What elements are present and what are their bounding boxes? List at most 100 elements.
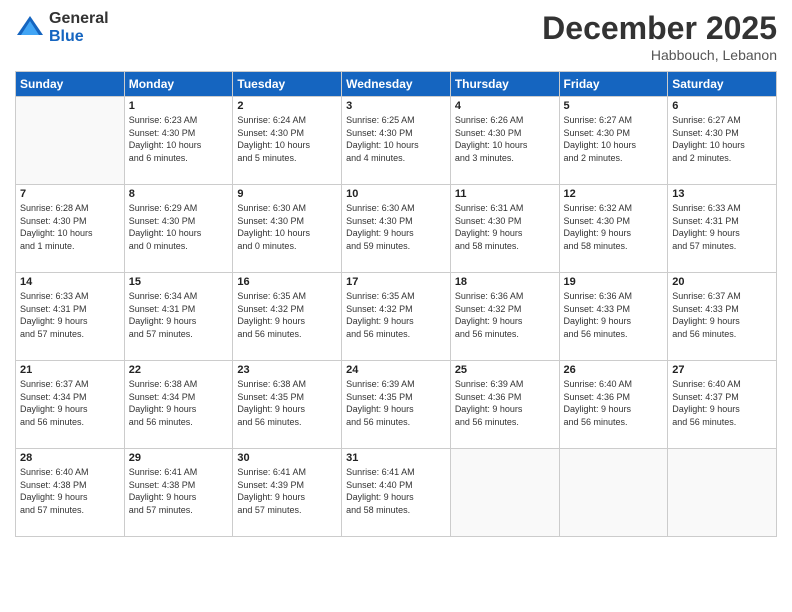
day-number: 24 — [346, 364, 446, 376]
day-info: Sunrise: 6:33 AMSunset: 4:31 PMDaylight:… — [20, 290, 120, 340]
day-number: 11 — [455, 188, 555, 200]
calendar-cell: 1 Sunrise: 6:23 AMSunset: 4:30 PMDaylight… — [124, 97, 233, 185]
calendar-cell: 28 Sunrise: 6:40 AMSunset: 4:38 PMDayligh… — [16, 449, 125, 537]
day-number: 6 — [672, 100, 772, 112]
calendar-cell: 19 Sunrise: 6:36 AMSunset: 4:33 PMDayligh… — [559, 273, 668, 361]
day-info: Sunrise: 6:30 AMSunset: 4:30 PMDaylight:… — [346, 202, 446, 252]
logo-text: General Blue — [49, 10, 109, 45]
day-info: Sunrise: 6:26 AMSunset: 4:30 PMDaylight:… — [455, 114, 555, 164]
calendar-cell: 12 Sunrise: 6:32 AMSunset: 4:30 PMDayligh… — [559, 185, 668, 273]
day-info: Sunrise: 6:27 AMSunset: 4:30 PMDaylight:… — [564, 114, 664, 164]
day-number: 28 — [20, 452, 120, 464]
day-info: Sunrise: 6:40 AMSunset: 4:37 PMDaylight:… — [672, 378, 772, 428]
day-number: 21 — [20, 364, 120, 376]
calendar-cell: 29 Sunrise: 6:41 AMSunset: 4:38 PMDayligh… — [124, 449, 233, 537]
day-number: 18 — [455, 276, 555, 288]
calendar-week-row: 7 Sunrise: 6:28 AMSunset: 4:30 PMDaylight… — [16, 185, 777, 273]
day-of-week-header: Friday — [559, 72, 668, 97]
day-number: 5 — [564, 100, 664, 112]
day-number: 2 — [237, 100, 337, 112]
day-info: Sunrise: 6:38 AMSunset: 4:34 PMDaylight:… — [129, 378, 229, 428]
calendar-cell: 13 Sunrise: 6:33 AMSunset: 4:31 PMDayligh… — [668, 185, 777, 273]
calendar-cell: 9Sunrise: 6:30 AMSunset: 4:30 PMDaylight… — [233, 185, 342, 273]
day-number: 19 — [564, 276, 664, 288]
day-number: 22 — [129, 364, 229, 376]
day-number: 20 — [672, 276, 772, 288]
calendar-cell: 31 Sunrise: 6:41 AMSunset: 4:40 PMDayligh… — [342, 449, 451, 537]
calendar-cell: 25Sunrise: 6:39 AMSunset: 4:36 PMDayligh… — [450, 361, 559, 449]
calendar-cell: 22 Sunrise: 6:38 AMSunset: 4:34 PMDayligh… — [124, 361, 233, 449]
calendar-cell: 27Sunrise: 6:40 AMSunset: 4:37 PMDayligh… — [668, 361, 777, 449]
logo-blue: Blue — [49, 28, 109, 46]
calendar-cell: 16 Sunrise: 6:35 AMSunset: 4:32 PMDayligh… — [233, 273, 342, 361]
calendar-cell: 20 Sunrise: 6:37 AMSunset: 4:33 PMDayligh… — [668, 273, 777, 361]
day-number: 12 — [564, 188, 664, 200]
logo-general: General — [49, 10, 109, 28]
day-info: Sunrise: 6:37 AMSunset: 4:33 PMDaylight:… — [672, 290, 772, 340]
calendar-cell: 11 Sunrise: 6:31 AMSunset: 4:30 PMDayligh… — [450, 185, 559, 273]
day-info: Sunrise: 6:30 AMSunset: 4:30 PMDaylight:… — [237, 202, 337, 252]
day-info: Sunrise: 6:40 AMSunset: 4:36 PMDaylight:… — [564, 378, 664, 428]
calendar-cell — [16, 97, 125, 185]
day-info: Sunrise: 6:28 AMSunset: 4:30 PMDaylight:… — [20, 202, 120, 252]
calendar-cell: 24Sunrise: 6:39 AMSunset: 4:35 PMDayligh… — [342, 361, 451, 449]
day-info: Sunrise: 6:34 AMSunset: 4:31 PMDaylight:… — [129, 290, 229, 340]
calendar-cell — [450, 449, 559, 537]
day-number: 29 — [129, 452, 229, 464]
day-number: 7 — [20, 188, 120, 200]
header: General Blue December 2025 Habbouch, Leb… — [15, 10, 777, 63]
day-info: Sunrise: 6:36 AMSunset: 4:33 PMDaylight:… — [564, 290, 664, 340]
calendar-header-row: SundayMondayTuesdayWednesdayThursdayFrid… — [16, 72, 777, 97]
calendar-cell: 14Sunrise: 6:33 AMSunset: 4:31 PMDayligh… — [16, 273, 125, 361]
day-number: 13 — [672, 188, 772, 200]
calendar-cell — [668, 449, 777, 537]
day-info: Sunrise: 6:33 AMSunset: 4:31 PMDaylight:… — [672, 202, 772, 252]
day-info: Sunrise: 6:29 AMSunset: 4:30 PMDaylight:… — [129, 202, 229, 252]
day-info: Sunrise: 6:37 AMSunset: 4:34 PMDaylight:… — [20, 378, 120, 428]
day-info: Sunrise: 6:41 AMSunset: 4:40 PMDaylight:… — [346, 466, 446, 516]
day-number: 15 — [129, 276, 229, 288]
day-number: 1 — [129, 100, 229, 112]
day-info: Sunrise: 6:35 AMSunset: 4:32 PMDaylight:… — [346, 290, 446, 340]
calendar-cell: 7 Sunrise: 6:28 AMSunset: 4:30 PMDaylight… — [16, 185, 125, 273]
calendar-cell: 17 Sunrise: 6:35 AMSunset: 4:32 PMDayligh… — [342, 273, 451, 361]
day-info: Sunrise: 6:40 AMSunset: 4:38 PMDaylight:… — [20, 466, 120, 516]
calendar-cell: 3Sunrise: 6:25 AMSunset: 4:30 PMDaylight… — [342, 97, 451, 185]
calendar-cell: 8Sunrise: 6:29 AMSunset: 4:30 PMDaylight… — [124, 185, 233, 273]
day-info: Sunrise: 6:25 AMSunset: 4:30 PMDaylight:… — [346, 114, 446, 164]
calendar-cell: 5 Sunrise: 6:27 AMSunset: 4:30 PMDaylight… — [559, 97, 668, 185]
day-info: Sunrise: 6:41 AMSunset: 4:38 PMDaylight:… — [129, 466, 229, 516]
day-of-week-header: Monday — [124, 72, 233, 97]
day-of-week-header: Thursday — [450, 72, 559, 97]
day-info: Sunrise: 6:41 AMSunset: 4:39 PMDaylight:… — [237, 466, 337, 516]
calendar-cell: 2 Sunrise: 6:24 AMSunset: 4:30 PMDaylight… — [233, 97, 342, 185]
day-number: 10 — [346, 188, 446, 200]
calendar-cell: 10 Sunrise: 6:30 AMSunset: 4:30 PMDayligh… — [342, 185, 451, 273]
day-number: 23 — [237, 364, 337, 376]
calendar-cell: 30Sunrise: 6:41 AMSunset: 4:39 PMDayligh… — [233, 449, 342, 537]
calendar-cell: 6 Sunrise: 6:27 AMSunset: 4:30 PMDaylight… — [668, 97, 777, 185]
month-title: December 2025 — [542, 10, 777, 47]
calendar-cell: 18 Sunrise: 6:36 AMSunset: 4:32 PMDayligh… — [450, 273, 559, 361]
day-info: Sunrise: 6:27 AMSunset: 4:30 PMDaylight:… — [672, 114, 772, 164]
title-block: December 2025 Habbouch, Lebanon — [542, 10, 777, 63]
day-info: Sunrise: 6:36 AMSunset: 4:32 PMDaylight:… — [455, 290, 555, 340]
day-info: Sunrise: 6:32 AMSunset: 4:30 PMDaylight:… — [564, 202, 664, 252]
calendar: SundayMondayTuesdayWednesdayThursdayFrid… — [15, 71, 777, 537]
calendar-cell: 23Sunrise: 6:38 AMSunset: 4:35 PMDayligh… — [233, 361, 342, 449]
day-info: Sunrise: 6:24 AMSunset: 4:30 PMDaylight:… — [237, 114, 337, 164]
calendar-cell — [559, 449, 668, 537]
day-of-week-header: Wednesday — [342, 72, 451, 97]
day-number: 17 — [346, 276, 446, 288]
page: General Blue December 2025 Habbouch, Leb… — [0, 0, 792, 612]
day-number: 16 — [237, 276, 337, 288]
day-info: Sunrise: 6:23 AMSunset: 4:30 PMDaylight:… — [129, 114, 229, 164]
day-info: Sunrise: 6:31 AMSunset: 4:30 PMDaylight:… — [455, 202, 555, 252]
day-number: 26 — [564, 364, 664, 376]
day-of-week-header: Saturday — [668, 72, 777, 97]
day-number: 31 — [346, 452, 446, 464]
calendar-cell: 15 Sunrise: 6:34 AMSunset: 4:31 PMDayligh… — [124, 273, 233, 361]
calendar-cell: 21 Sunrise: 6:37 AMSunset: 4:34 PMDayligh… — [16, 361, 125, 449]
calendar-week-row: 14Sunrise: 6:33 AMSunset: 4:31 PMDayligh… — [16, 273, 777, 361]
day-info: Sunrise: 6:35 AMSunset: 4:32 PMDaylight:… — [237, 290, 337, 340]
